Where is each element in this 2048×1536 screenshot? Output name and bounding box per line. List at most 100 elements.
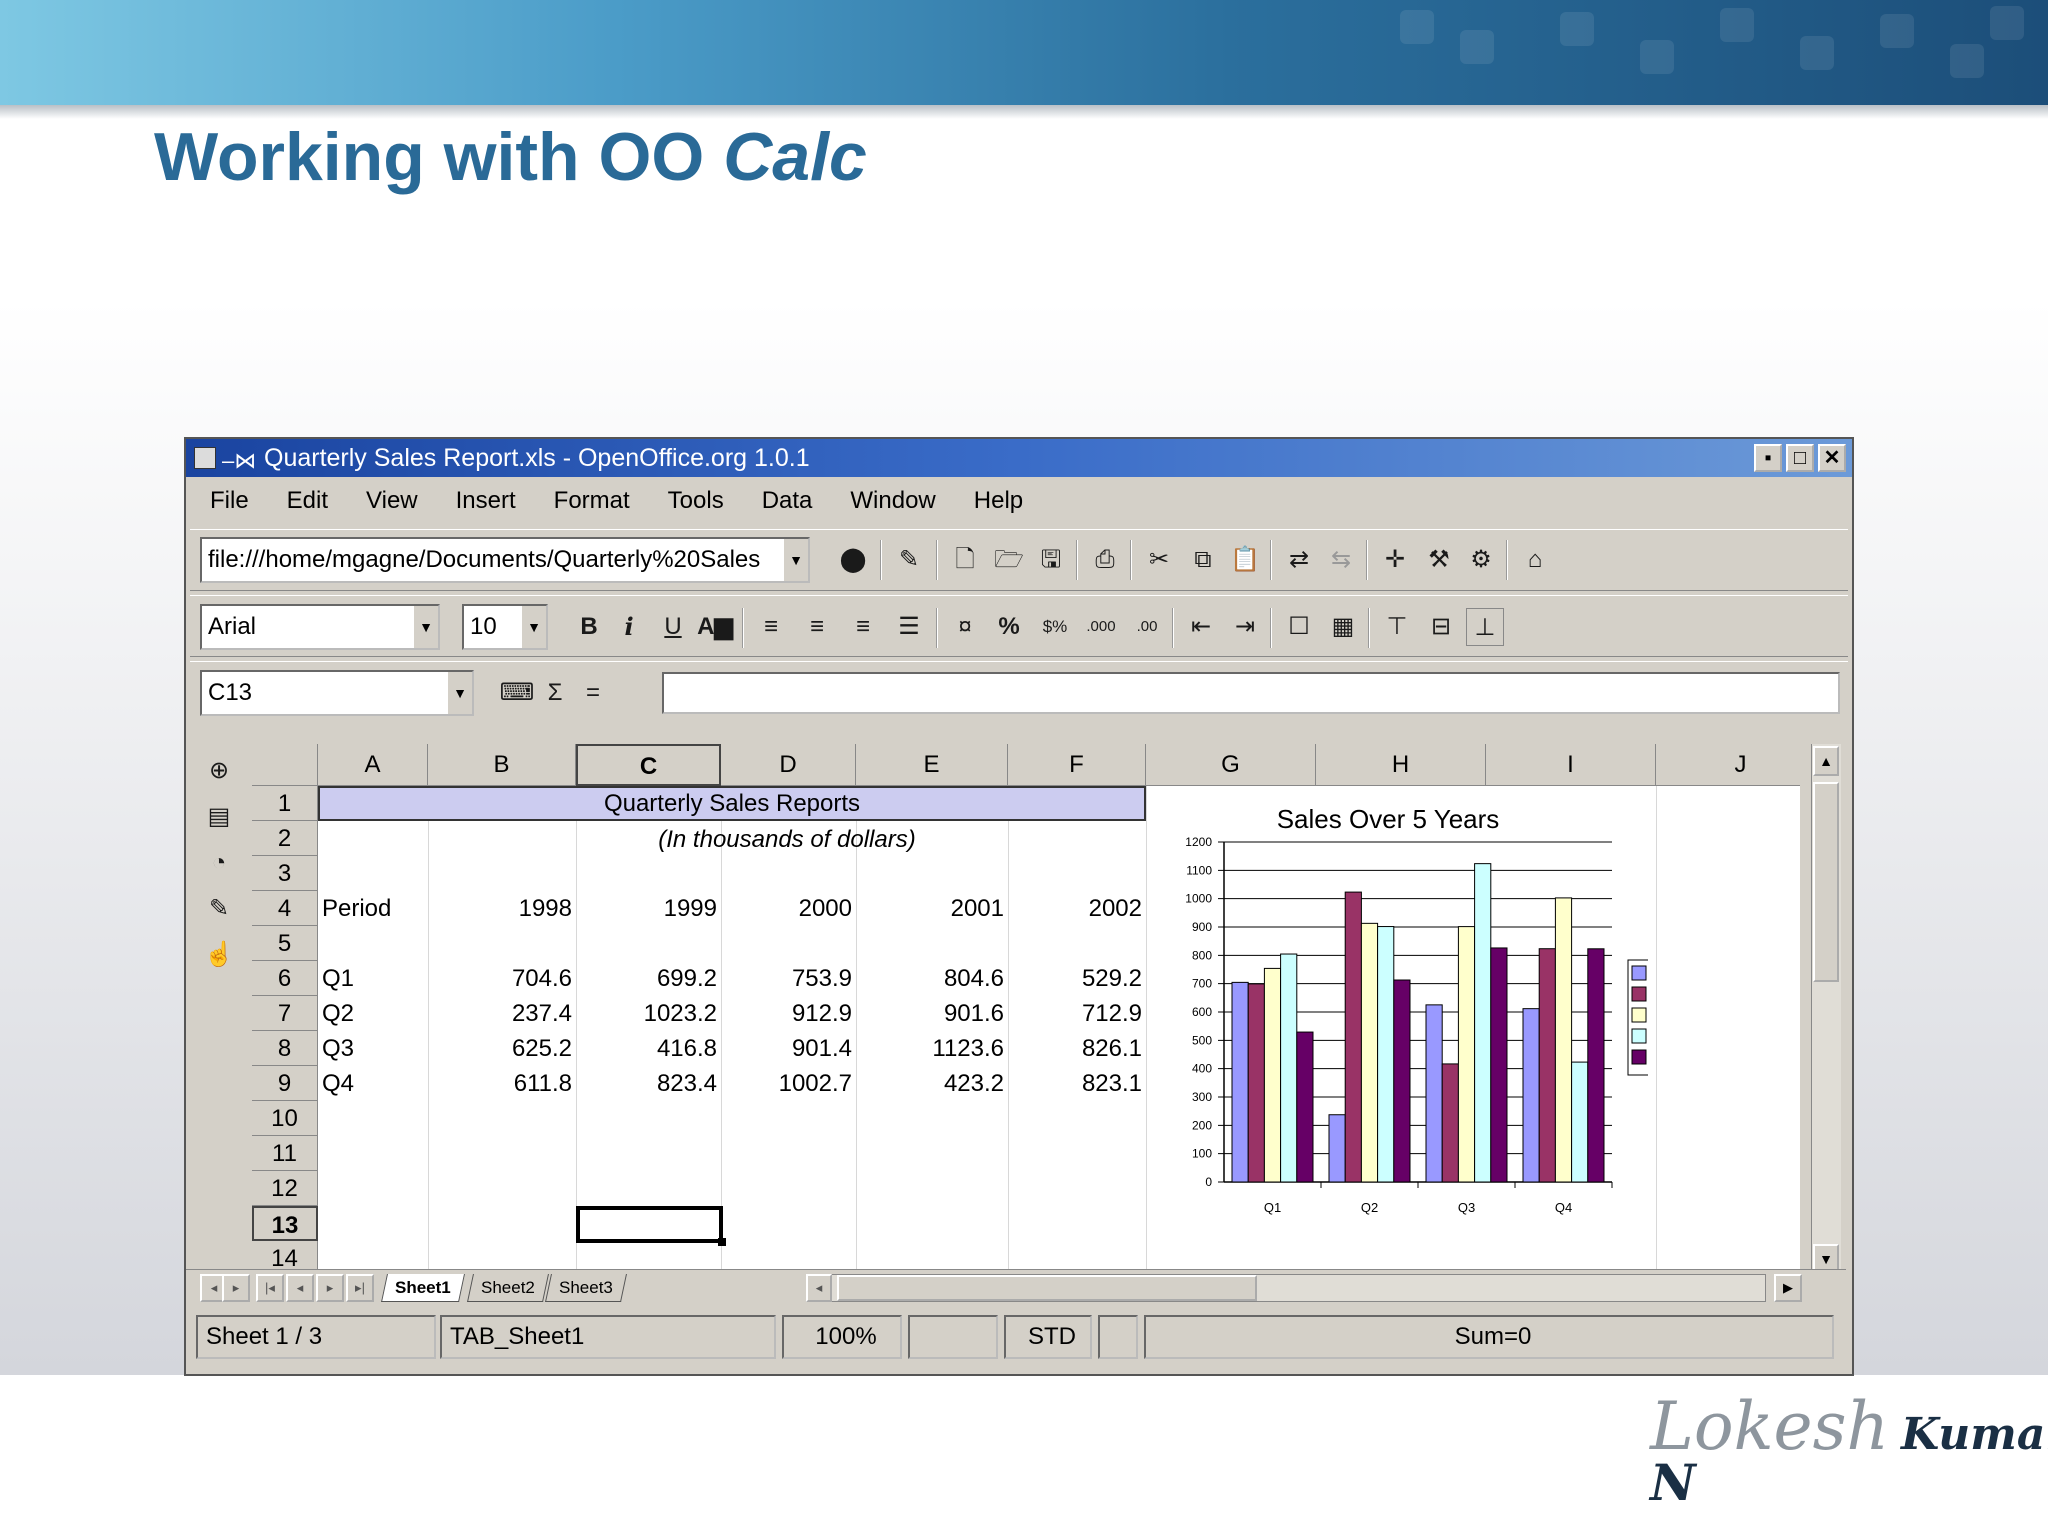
cell[interactable]: 416.8 <box>576 1031 717 1066</box>
redo-icon[interactable]: ⇆ <box>1322 541 1360 579</box>
status-insert-mode[interactable] <box>908 1315 998 1359</box>
scroll-up-button[interactable]: ▲ <box>1813 746 1839 776</box>
stylist-icon[interactable]: ⚒ <box>1420 541 1458 579</box>
align-center-icon[interactable]: ≡ <box>798 608 836 646</box>
url-combo[interactable]: file:///home/mgagne/Documents/Quarterly%… <box>200 537 810 583</box>
cell[interactable]: 1998 <box>428 891 572 926</box>
select-all-corner[interactable] <box>252 744 318 786</box>
chevron-down-icon[interactable]: ▼ <box>446 672 472 714</box>
close-button[interactable]: ✕ <box>1818 444 1846 472</box>
next-sheet-icon[interactable]: ▸ <box>316 1274 344 1302</box>
stop-icon[interactable]: ⬤ <box>834 541 872 579</box>
function-wizard-icon[interactable]: ⌨ <box>498 674 536 712</box>
maximize-button[interactable]: □ <box>1786 444 1814 472</box>
navigator-icon[interactable]: ✛ <box>1376 541 1414 579</box>
horizontal-scrollbar[interactable]: ◂ <box>806 1274 1766 1302</box>
status-page-style[interactable]: TAB_Sheet1 <box>440 1315 776 1359</box>
scroll-right-button[interactable]: ▶ <box>1774 1274 1802 1302</box>
show-draw-functions-icon[interactable]: ✎ <box>200 890 238 928</box>
background-color-icon[interactable]: ▦ <box>1324 608 1362 646</box>
horizontal-scroll-thumb[interactable] <box>837 1275 1257 1301</box>
align-top-icon[interactable]: ⊤ <box>1378 608 1416 646</box>
font-size-combo[interactable]: 10 ▼ <box>462 604 548 650</box>
increase-indent-icon[interactable]: ⇥ <box>1226 608 1264 646</box>
justify-icon[interactable]: ☰ <box>890 608 928 646</box>
column-header[interactable]: D <box>721 744 856 786</box>
insert-object-icon[interactable]: ◔ <box>200 844 238 882</box>
cell[interactable]: 2002 <box>1008 891 1142 926</box>
cell[interactable]: Q1 <box>322 961 354 996</box>
column-header[interactable]: H <box>1316 744 1486 786</box>
column-header[interactable]: I <box>1486 744 1656 786</box>
cell[interactable]: 1999 <box>576 891 717 926</box>
cell[interactable]: 901.4 <box>721 1031 852 1066</box>
column-header[interactable]: B <box>428 744 576 786</box>
cell[interactable]: 699.2 <box>576 961 717 996</box>
tab-sheet3[interactable]: Sheet3 <box>545 1274 627 1302</box>
row-header[interactable]: 1 <box>252 786 318 821</box>
menu-format[interactable]: Format <box>554 487 630 515</box>
save-icon[interactable]: 🖫 <box>1032 541 1070 579</box>
window-titlebar[interactable]: –⋈ Quarterly Sales Report.xls - OpenOffi… <box>186 439 1852 477</box>
cell[interactable]: 826.1 <box>1008 1031 1142 1066</box>
print-icon[interactable]: ⎙ <box>1086 541 1124 579</box>
cell[interactable]: 804.6 <box>856 961 1004 996</box>
font-color-icon[interactable]: A▆ <box>696 608 734 646</box>
cell[interactable]: 423.2 <box>856 1066 1004 1101</box>
data-sources-icon[interactable]: ⌂ <box>1516 541 1554 579</box>
gallery-icon[interactable]: ⚙ <box>1462 541 1500 579</box>
column-header[interactable]: J <box>1656 744 1800 786</box>
edit-file-icon[interactable]: ✎ <box>890 541 928 579</box>
menu-insert[interactable]: Insert <box>456 487 516 515</box>
menu-help[interactable]: Help <box>974 487 1023 515</box>
cell[interactable]: 901.6 <box>856 996 1004 1031</box>
cell[interactable]: 823.1 <box>1008 1066 1142 1101</box>
row-header[interactable]: 7 <box>252 996 318 1031</box>
cell[interactable]: 625.2 <box>428 1031 572 1066</box>
decrease-indent-icon[interactable]: ⇤ <box>1182 608 1220 646</box>
cell[interactable]: 237.4 <box>428 996 572 1031</box>
currency-icon[interactable]: ¤ <box>946 608 984 646</box>
vertical-scrollbar[interactable]: ▲ ▼ <box>1811 744 1841 1279</box>
minimize-button[interactable]: ▪ <box>1754 444 1782 472</box>
tab-split-right-icon[interactable]: ▸ <box>222 1274 250 1302</box>
first-sheet-icon[interactable]: |◂ <box>256 1274 284 1302</box>
embedded-chart[interactable]: Sales Over 5 Years 0 100 200 300 400 500 600 70… <box>1158 786 1648 1279</box>
cell[interactable]: 704.6 <box>428 961 572 996</box>
vertical-scroll-thumb[interactable] <box>1813 782 1839 982</box>
cell[interactable]: Q4 <box>322 1066 354 1101</box>
row-header[interactable]: 10 <box>252 1101 318 1136</box>
menu-edit[interactable]: Edit <box>287 487 328 515</box>
sum-icon[interactable]: Σ <box>536 674 574 712</box>
row-header-selected[interactable]: 13 <box>252 1206 318 1241</box>
function-icon[interactable]: = <box>574 674 612 712</box>
cell[interactable]: 2001 <box>856 891 1004 926</box>
row-header[interactable]: 12 <box>252 1171 318 1206</box>
new-icon[interactable]: 🗋 <box>946 541 984 579</box>
cell[interactable]: 823.4 <box>576 1066 717 1101</box>
last-sheet-icon[interactable]: ▸| <box>346 1274 374 1302</box>
delete-decimal-icon[interactable]: .00 <box>1128 608 1166 646</box>
chevron-down-icon[interactable]: ▼ <box>412 606 438 648</box>
row-header[interactable]: 9 <box>252 1066 318 1101</box>
row-header[interactable]: 6 <box>252 961 318 996</box>
standard-format-icon[interactable]: $% <box>1036 608 1074 646</box>
row-header[interactable]: 11 <box>252 1136 318 1171</box>
italic-icon[interactable]: i <box>610 608 648 646</box>
spreadsheet-grid[interactable]: A B C D E F G H I J 1 2 3 4 5 6 7 8 9 10… <box>252 744 1800 1279</box>
cell[interactable]: 2000 <box>721 891 852 926</box>
cell[interactable]: 753.9 <box>721 961 852 996</box>
formula-input[interactable] <box>662 672 1840 714</box>
cell[interactable]: 912.9 <box>721 996 852 1031</box>
cell[interactable]: 529.2 <box>1008 961 1142 996</box>
tab-sheet2[interactable]: Sheet2 <box>467 1274 549 1302</box>
previous-sheet-icon[interactable]: ◂ <box>286 1274 314 1302</box>
cell[interactable]: Q2 <box>322 996 354 1031</box>
cell[interactable]: 712.9 <box>1008 996 1142 1031</box>
name-box[interactable]: C13 ▼ <box>200 670 474 716</box>
font-name-combo[interactable]: Arial ▼ <box>200 604 440 650</box>
spellcheck-icon[interactable]: ☝ <box>200 936 238 974</box>
menu-data[interactable]: Data <box>762 487 813 515</box>
cell[interactable]: 1023.2 <box>576 996 717 1031</box>
row-header[interactable]: 5 <box>252 926 318 961</box>
